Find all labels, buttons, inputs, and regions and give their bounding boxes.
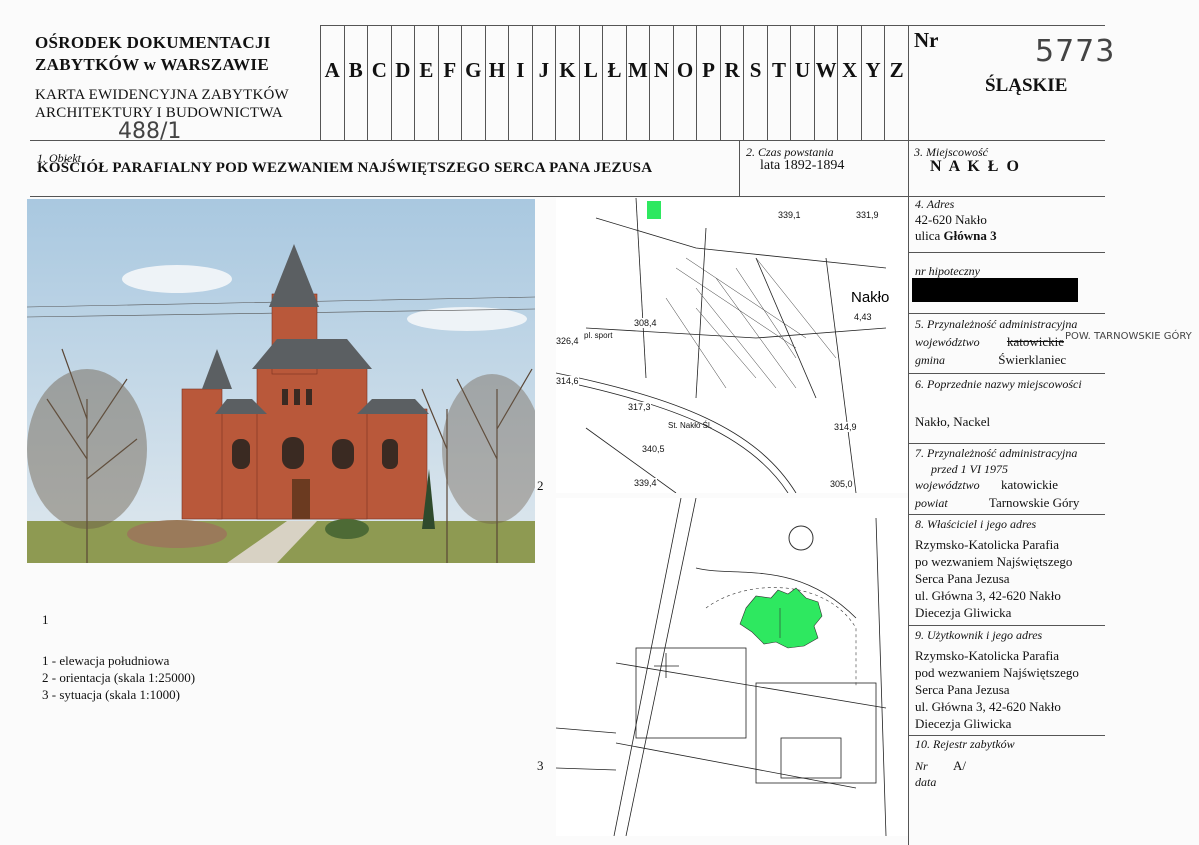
letter-cell: I xyxy=(508,25,532,140)
map-height-label: 308,4 xyxy=(634,318,657,328)
object-name: KOŚCIÓŁ PARAFIALNY POD WEZWANIEM NAJŚWIĘ… xyxy=(37,160,653,176)
region-name: ŚLĄSKIE xyxy=(985,75,1068,96)
map-height-label: 314,9 xyxy=(834,422,857,432)
register-section: 10. Rejestr zabytków Nr A/ data xyxy=(915,737,1015,789)
map-height-label: 305,0 xyxy=(830,479,853,489)
user-section: 9. Użytkownik i jego adres Rzymsko-Katol… xyxy=(915,627,1105,732)
map-height-label: 317,3 xyxy=(628,402,651,412)
map-highlight xyxy=(647,201,661,219)
letter-cell: H xyxy=(484,25,509,140)
user-address-line: pod wezwaniem Najświętszego xyxy=(915,665,1079,680)
map2-number: 2 xyxy=(537,478,544,493)
situation-map xyxy=(556,498,908,836)
letter-cell: B xyxy=(343,25,368,140)
owner-address-line: ul. Główna 3, 42-620 Nakło xyxy=(915,588,1061,603)
letter-cell: P xyxy=(696,25,720,140)
letter-cell: J xyxy=(531,25,556,140)
map-town-label: Nakło xyxy=(851,289,889,306)
map-sport-label: pl. sport xyxy=(584,331,613,340)
letter-cell: C xyxy=(367,25,391,140)
letter-cell: O xyxy=(672,25,697,140)
map-height-label: 331,9 xyxy=(856,210,879,220)
map-height-label: 339,4 xyxy=(634,478,657,488)
letter-cell: T xyxy=(766,25,791,140)
user-address-line: Serca Pana Jezusa xyxy=(915,682,1010,697)
user-address-line: Diecezja Gliwicka xyxy=(915,716,1012,731)
letter-cell: M xyxy=(625,25,650,140)
institution-name: OŚRODEK DOKUMENTACJI ZABYTKÓW w WARSZAWI… xyxy=(35,33,271,74)
map-height-label: 326,4 xyxy=(556,336,579,346)
letter-cell: N xyxy=(649,25,673,140)
address-section: 4. Adres 42-620 Nakło ulica Główna 3 xyxy=(915,197,997,243)
owner-address-line: Rzymsko-Katolicka Parafia xyxy=(915,537,1060,552)
legend-item: 1 - elewacja południowa xyxy=(42,653,170,668)
letter-cell: D xyxy=(390,25,415,140)
letter-cell: U xyxy=(790,25,814,140)
date-value: lata 1892-1894 xyxy=(760,158,845,173)
legend: 1 - elewacja południowa 2 - orientacja (s… xyxy=(42,652,195,703)
redaction-bar xyxy=(912,278,1078,302)
letter-cell: L xyxy=(578,25,603,140)
letter-cell: G xyxy=(461,25,485,140)
previous-names-section: 6. Poprzednie nazwy miejscowości Nakło, … xyxy=(915,377,1082,429)
letter-cell: Y xyxy=(860,25,885,140)
owner-address-line: Diecezja Gliwicka xyxy=(915,605,1012,620)
legend-item: 2 - orientacja (skala 1:25000) xyxy=(42,670,196,685)
letter-cell: X xyxy=(837,25,861,140)
letter-cell: F xyxy=(437,25,462,140)
letter-cell: Z xyxy=(884,25,908,140)
place-value: N A K Ł O xyxy=(930,158,1021,175)
letter-cell: A xyxy=(320,25,344,140)
letter-cell: S xyxy=(743,25,767,140)
card-title: KARTA EWIDENCYJNA ZABYTKÓW ARCHITEKTURY … xyxy=(35,87,289,121)
church-photo xyxy=(27,199,535,563)
legend-item: 3 - sytuacja (skala 1:1000) xyxy=(42,687,180,702)
user-address-line: Rzymsko-Katolicka Parafia xyxy=(915,648,1060,663)
map-station-label: St. Nakło Śl. xyxy=(668,421,713,430)
photo-number: 1 xyxy=(42,612,49,627)
map-height-label: 4,43 xyxy=(854,312,872,322)
orientation-map: Nakło 339,1 331,9 308,4 326,4 314,6 317,3 314,… xyxy=(556,198,908,493)
map-height-label: 314,6 xyxy=(556,376,579,386)
handwritten-correction: POW. TARNOWSKIE GÓRY xyxy=(1065,331,1192,342)
owner-address-line: Serca Pana Jezusa xyxy=(915,571,1010,586)
admin-1975-section: 7. Przynależność administracyjna przed 1… xyxy=(915,446,1080,510)
nr-handwritten-value: 5773 xyxy=(1035,34,1116,69)
user-address-line: ul. Główna 3, 42-620 Nakło xyxy=(915,699,1061,714)
letter-cell: R xyxy=(719,25,744,140)
map-height-label: 339,1 xyxy=(778,210,801,220)
map-height-label: 340,5 xyxy=(642,444,665,454)
letter-cell: W xyxy=(813,25,838,140)
letter-index-grid: ABCDEFGHIJKLŁMNOPRSTUWXYZ xyxy=(320,25,908,140)
letter-cell: E xyxy=(414,25,438,140)
nr-label: Nr xyxy=(914,28,939,52)
map3-number: 3 xyxy=(537,758,544,773)
owner-section: 8. Właściciel i jego adres Rzymsko-Katol… xyxy=(915,516,1105,621)
letter-cell: K xyxy=(555,25,579,140)
letter-cell: Ł xyxy=(602,25,626,140)
hypothec-section: nr hipoteczny xyxy=(915,264,980,278)
owner-address-line: po wezwaniem Najświętszego xyxy=(915,554,1073,569)
